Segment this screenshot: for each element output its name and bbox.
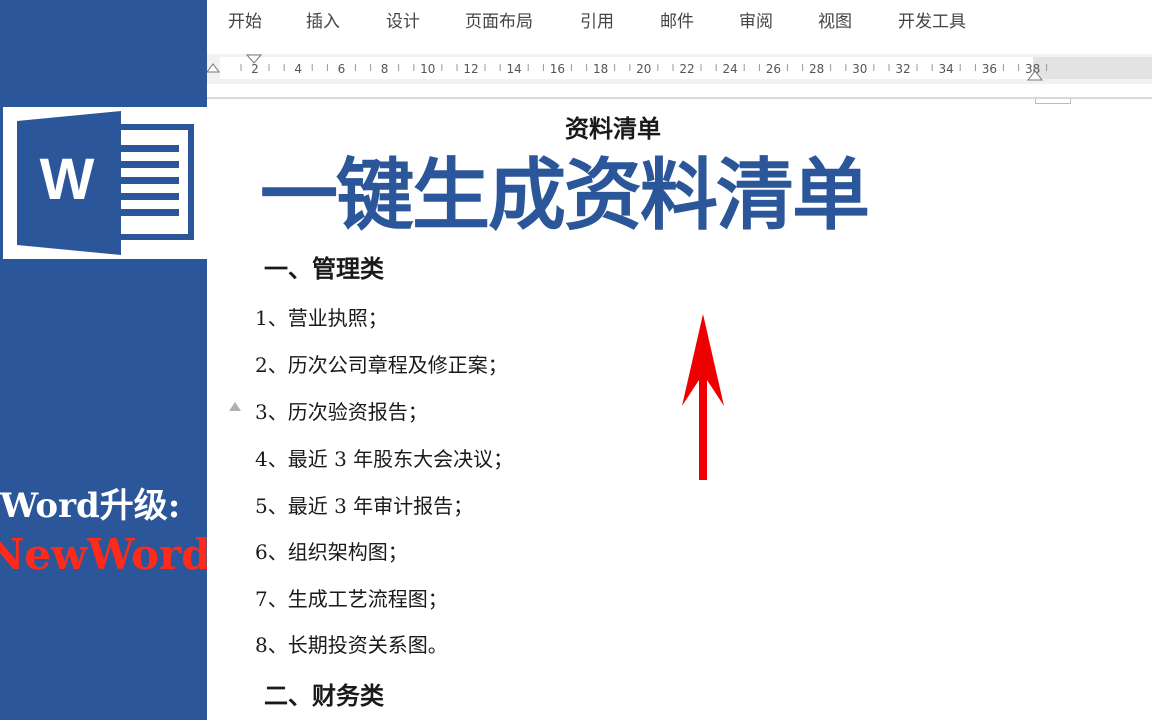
tab-view[interactable]: 视图 [818, 7, 852, 32]
ruler-tick-label: 8 [381, 62, 389, 76]
word-logo-icon: W [3, 107, 207, 259]
ruler-tick-label: 28 [809, 62, 824, 76]
ruler-tick-label: 26 [766, 62, 781, 76]
page-margin-mark [1035, 99, 1071, 104]
ruler-tick-label: 24 [723, 62, 738, 76]
list-item: 4、最近 3 年股东大会决议； [255, 447, 514, 471]
ruler-tick-label: 4 [294, 62, 302, 76]
collapse-triangle-icon[interactable] [229, 402, 241, 411]
list-item: 2、历次公司章程及修正案； [255, 353, 508, 377]
svg-text:W: W [40, 147, 95, 212]
ruler-tick-label: 2 [251, 62, 259, 76]
section-heading-finance: 二、财务类 [264, 681, 384, 710]
tab-insert[interactable]: 插入 [306, 7, 340, 32]
list-item: 3、历次验资报告； [255, 400, 428, 424]
ruler-tick-label: 10 [420, 62, 435, 76]
list-item: 8、长期投资关系图。 [255, 633, 448, 657]
red-up-arrow-icon [682, 314, 724, 480]
ruler-tick-label: 16 [550, 62, 565, 76]
ruler-tick-label: 18 [593, 62, 608, 76]
ribbon-tabs: 开始 插入 设计 页面布局 引用 邮件 审阅 视图 开发工具 [207, 0, 1152, 54]
overlay-title: 一键生成资料清单 [260, 151, 870, 241]
tab-home[interactable]: 开始 [228, 7, 262, 32]
list-item: 5、最近 3 年审计报告； [255, 494, 474, 518]
brand-line-newword: NewWord [0, 530, 211, 579]
tab-mailings[interactable]: 邮件 [660, 7, 694, 32]
horizontal-ruler[interactable]: 2 4 6 8 10 12 14 16 18 20 22 24 26 28 30 32 34 36 38 [207, 54, 1152, 84]
brand-line-upgrade: Word升级: [0, 486, 181, 526]
ruler-tick-label: 22 [679, 62, 694, 76]
list-item: 7、生成工艺流程图； [255, 587, 448, 611]
list-item: 1、营业执照； [255, 306, 388, 330]
ruler-tick-label: 20 [636, 62, 651, 76]
ruler-tick-label: 30 [852, 62, 867, 76]
tab-review[interactable]: 审阅 [739, 7, 773, 32]
brand-panel: W Word升级: NewWord [0, 0, 211, 720]
ruler-tick-label: 36 [982, 62, 997, 76]
left-indent-marker-icon[interactable] [207, 63, 220, 73]
list-item: 6、组织架构图； [255, 540, 408, 564]
tab-developer[interactable]: 开发工具 [898, 7, 966, 32]
ruler-tick-label: 12 [463, 62, 478, 76]
first-line-indent-marker-icon[interactable] [245, 54, 263, 64]
tab-design[interactable]: 设计 [386, 7, 420, 32]
ruler-tick-label: 6 [338, 62, 346, 76]
ruler-tick-label: 32 [895, 62, 910, 76]
ruler-tick-label: 14 [507, 62, 522, 76]
ruler-ticks: 2 4 6 8 10 12 14 16 18 20 22 24 26 28 30 32 34 36 38 [207, 54, 1048, 81]
ruler-tick-label: 34 [939, 62, 954, 76]
tab-references[interactable]: 引用 [580, 7, 614, 32]
section-heading-management: 一、管理类 [264, 254, 384, 283]
tab-page-layout[interactable]: 页面布局 [465, 7, 533, 32]
